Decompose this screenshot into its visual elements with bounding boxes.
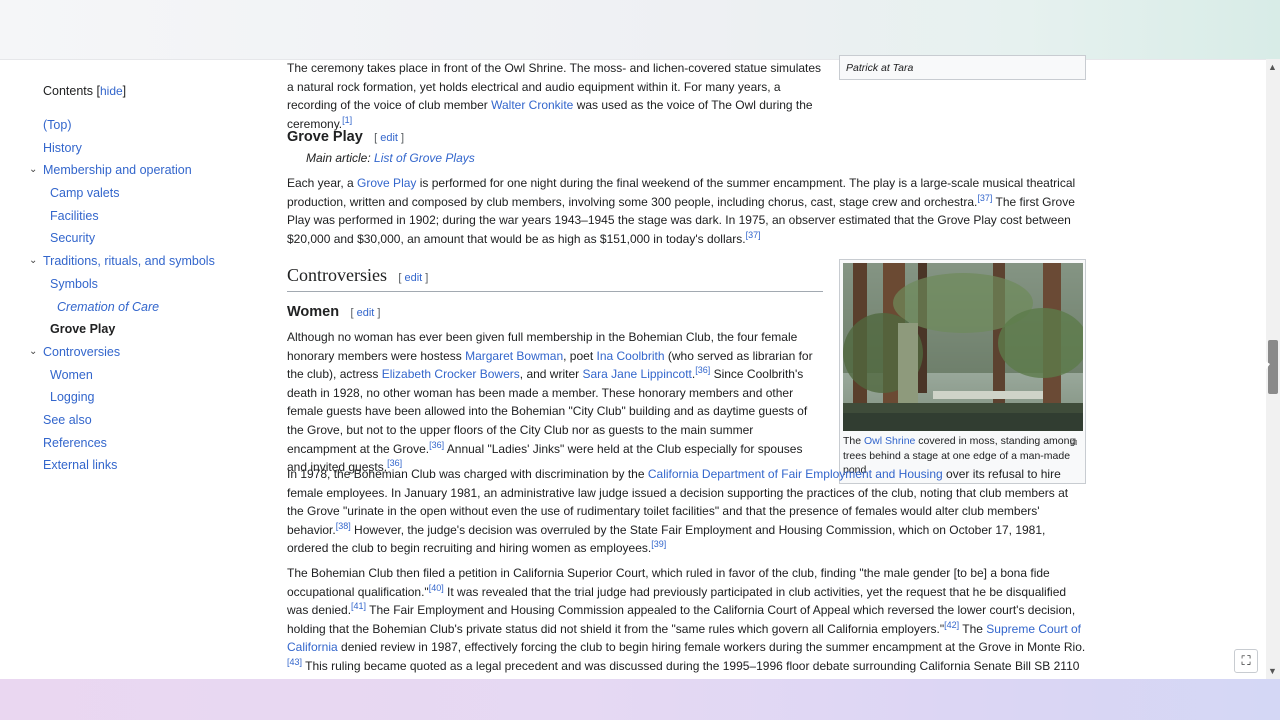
text: In 1978, the Bohemian Club was charged w…	[287, 467, 648, 481]
text: denied review in 1987, effectively forci…	[337, 640, 1086, 655]
taskbar	[0, 679, 1280, 720]
toc-item-label[interactable]: History	[43, 141, 82, 155]
ref-link[interactable]: [39]	[651, 539, 666, 549]
link-california-dfeh[interactable]: California Department of Fair Employment…	[648, 467, 943, 481]
controversies-heading: Controversies [ edit ]	[287, 266, 823, 292]
fullscreen-icon[interactable]: ⛶	[1234, 649, 1258, 673]
ref-link[interactable]: [43]	[287, 657, 302, 667]
chevron-down-icon[interactable]: ⌄	[29, 341, 37, 364]
edit-link[interactable]: edit	[357, 307, 375, 319]
toc-item[interactable]: External links	[26, 454, 256, 477]
toc-item[interactable]: ⌄ Membership and operation	[26, 159, 256, 182]
toc-item[interactable]: History	[26, 137, 256, 160]
toc-title: Contents	[43, 84, 94, 98]
toc-header: Contents [hide]	[43, 84, 127, 98]
edit-link[interactable]: edit	[380, 132, 398, 144]
toc-item-label[interactable]: See also	[43, 413, 92, 427]
ref-link[interactable]: [1]	[342, 115, 352, 125]
toc-item-label[interactable]: Cremation of Care	[57, 300, 159, 314]
ref-link[interactable]: [41]	[351, 601, 366, 611]
section-heading: Grove Play	[287, 129, 363, 145]
scroll-down-arrow-icon[interactable]: ▼	[1268, 666, 1277, 676]
text: , poet	[563, 348, 597, 363]
women-heading: Women [ edit ]	[287, 304, 381, 320]
toc-item[interactable]: (Top)	[26, 114, 256, 137]
link-walter-cronkite[interactable]: Walter Cronkite	[491, 98, 573, 112]
link-margaret-bowman[interactable]: Margaret Bowman	[465, 349, 563, 363]
toc-item-label[interactable]: References	[43, 436, 107, 450]
women-paragraph-3: The Bohemian Club then filed a petition …	[287, 564, 1087, 694]
owl-shrine-figure: The Owl Shrine covered in moss, standing…	[839, 259, 1086, 484]
ref-link[interactable]: [36]	[429, 440, 444, 450]
toc-item[interactable]: Facilities	[26, 205, 256, 228]
toc-item-label[interactable]: Symbols	[50, 277, 98, 291]
chevron-down-icon[interactable]: ⌄	[29, 250, 37, 273]
grove-play-paragraph: Each year, a Grove Play is performed for…	[287, 174, 1087, 248]
toc-item[interactable]: Symbols	[26, 273, 256, 296]
women-paragraph-2: In 1978, the Bohemian Club was charged w…	[287, 465, 1087, 558]
link-elizabeth-crocker-bowers[interactable]: Elizabeth Crocker Bowers	[382, 367, 520, 381]
toc-item[interactable]: Women	[26, 364, 256, 387]
mouse-cursor-icon	[1264, 360, 1270, 372]
ref-link[interactable]: [40]	[429, 583, 444, 593]
toc-list: (Top) History ⌄ Membership and operation Cam…	[26, 114, 256, 477]
text: The	[843, 435, 865, 447]
previous-figure-caption: Patrick at Tara	[846, 62, 914, 74]
toc-item-label[interactable]: Women	[50, 368, 93, 382]
ceremony-paragraph: The ceremony takes place in front of the…	[287, 59, 827, 133]
toc-item-label[interactable]: Logging	[50, 390, 95, 404]
browser-top-bar	[0, 0, 1280, 60]
link-ina-coolbrith[interactable]: Ina Coolbrith	[596, 349, 664, 363]
ref-link[interactable]: [37]	[977, 193, 992, 203]
ref-link[interactable]: [38]	[336, 521, 351, 531]
chevron-down-icon[interactable]: ⌄	[29, 159, 37, 182]
toc-item-label[interactable]: Camp valets	[50, 186, 119, 200]
ref-link[interactable]: [37]	[746, 230, 761, 240]
toc-item[interactable]: See also	[26, 409, 256, 432]
toc-item-label[interactable]: Security	[50, 231, 95, 245]
previous-figure-caption-box: Patrick at Tara	[839, 55, 1086, 80]
women-paragraph-1: Although no woman has ever been given fu…	[287, 328, 823, 477]
toc-item-label[interactable]: Facilities	[50, 209, 99, 223]
toc-item[interactable]: Grove Play	[26, 318, 256, 341]
toc-item[interactable]: Cremation of Care	[26, 296, 256, 319]
link-grove-play[interactable]: Grove Play	[357, 176, 416, 190]
toc-item[interactable]: References	[26, 432, 256, 455]
toc-item-label: Grove Play	[50, 322, 116, 337]
text: The	[959, 621, 987, 636]
toc-item-label[interactable]: Membership and operation	[43, 163, 192, 177]
hatnote-prefix: Main article:	[306, 151, 375, 165]
toc-item[interactable]: ⌄ Traditions, rituals, and symbols	[26, 250, 256, 273]
link-list-of-grove-plays[interactable]: List of Grove Plays	[374, 151, 475, 165]
toc-item-label[interactable]: (Top)	[43, 118, 71, 132]
link-sara-jane-lippincott[interactable]: Sara Jane Lippincott	[582, 367, 691, 381]
section-heading: Women	[287, 304, 340, 320]
section-heading: Controversies	[287, 265, 387, 285]
toc-item[interactable]: Security	[26, 227, 256, 250]
grove-play-heading: Grove Play [ edit ]	[287, 129, 405, 145]
enlarge-icon[interactable]: ⧉	[1070, 434, 1077, 453]
toc-item-label[interactable]: External links	[43, 458, 117, 472]
table-of-contents: Contents [hide] (Top) History ⌄ Membership …	[26, 84, 256, 477]
owl-shrine-photo[interactable]	[843, 263, 1083, 431]
edit-link[interactable]: edit	[404, 272, 422, 284]
toc-item[interactable]: Logging	[26, 386, 256, 409]
text: , and writer	[519, 367, 583, 382]
link-owl-shrine[interactable]: Owl Shrine	[864, 435, 915, 447]
scroll-up-arrow-icon[interactable]: ▲	[1268, 62, 1277, 72]
toc-item[interactable]: ⌄ Controversies	[26, 341, 256, 364]
toc-item-label[interactable]: Controversies	[43, 345, 120, 359]
ref-link[interactable]: [42]	[944, 620, 959, 630]
toc-hide-link[interactable]: hide	[100, 84, 123, 98]
text: Each year, a	[287, 176, 358, 190]
ref-link[interactable]: [36]	[695, 365, 710, 375]
hatnote: Main article: List of Grove Plays	[287, 149, 475, 168]
toc-item[interactable]: Camp valets	[26, 182, 256, 205]
toc-item-label[interactable]: Traditions, rituals, and symbols	[43, 254, 215, 268]
